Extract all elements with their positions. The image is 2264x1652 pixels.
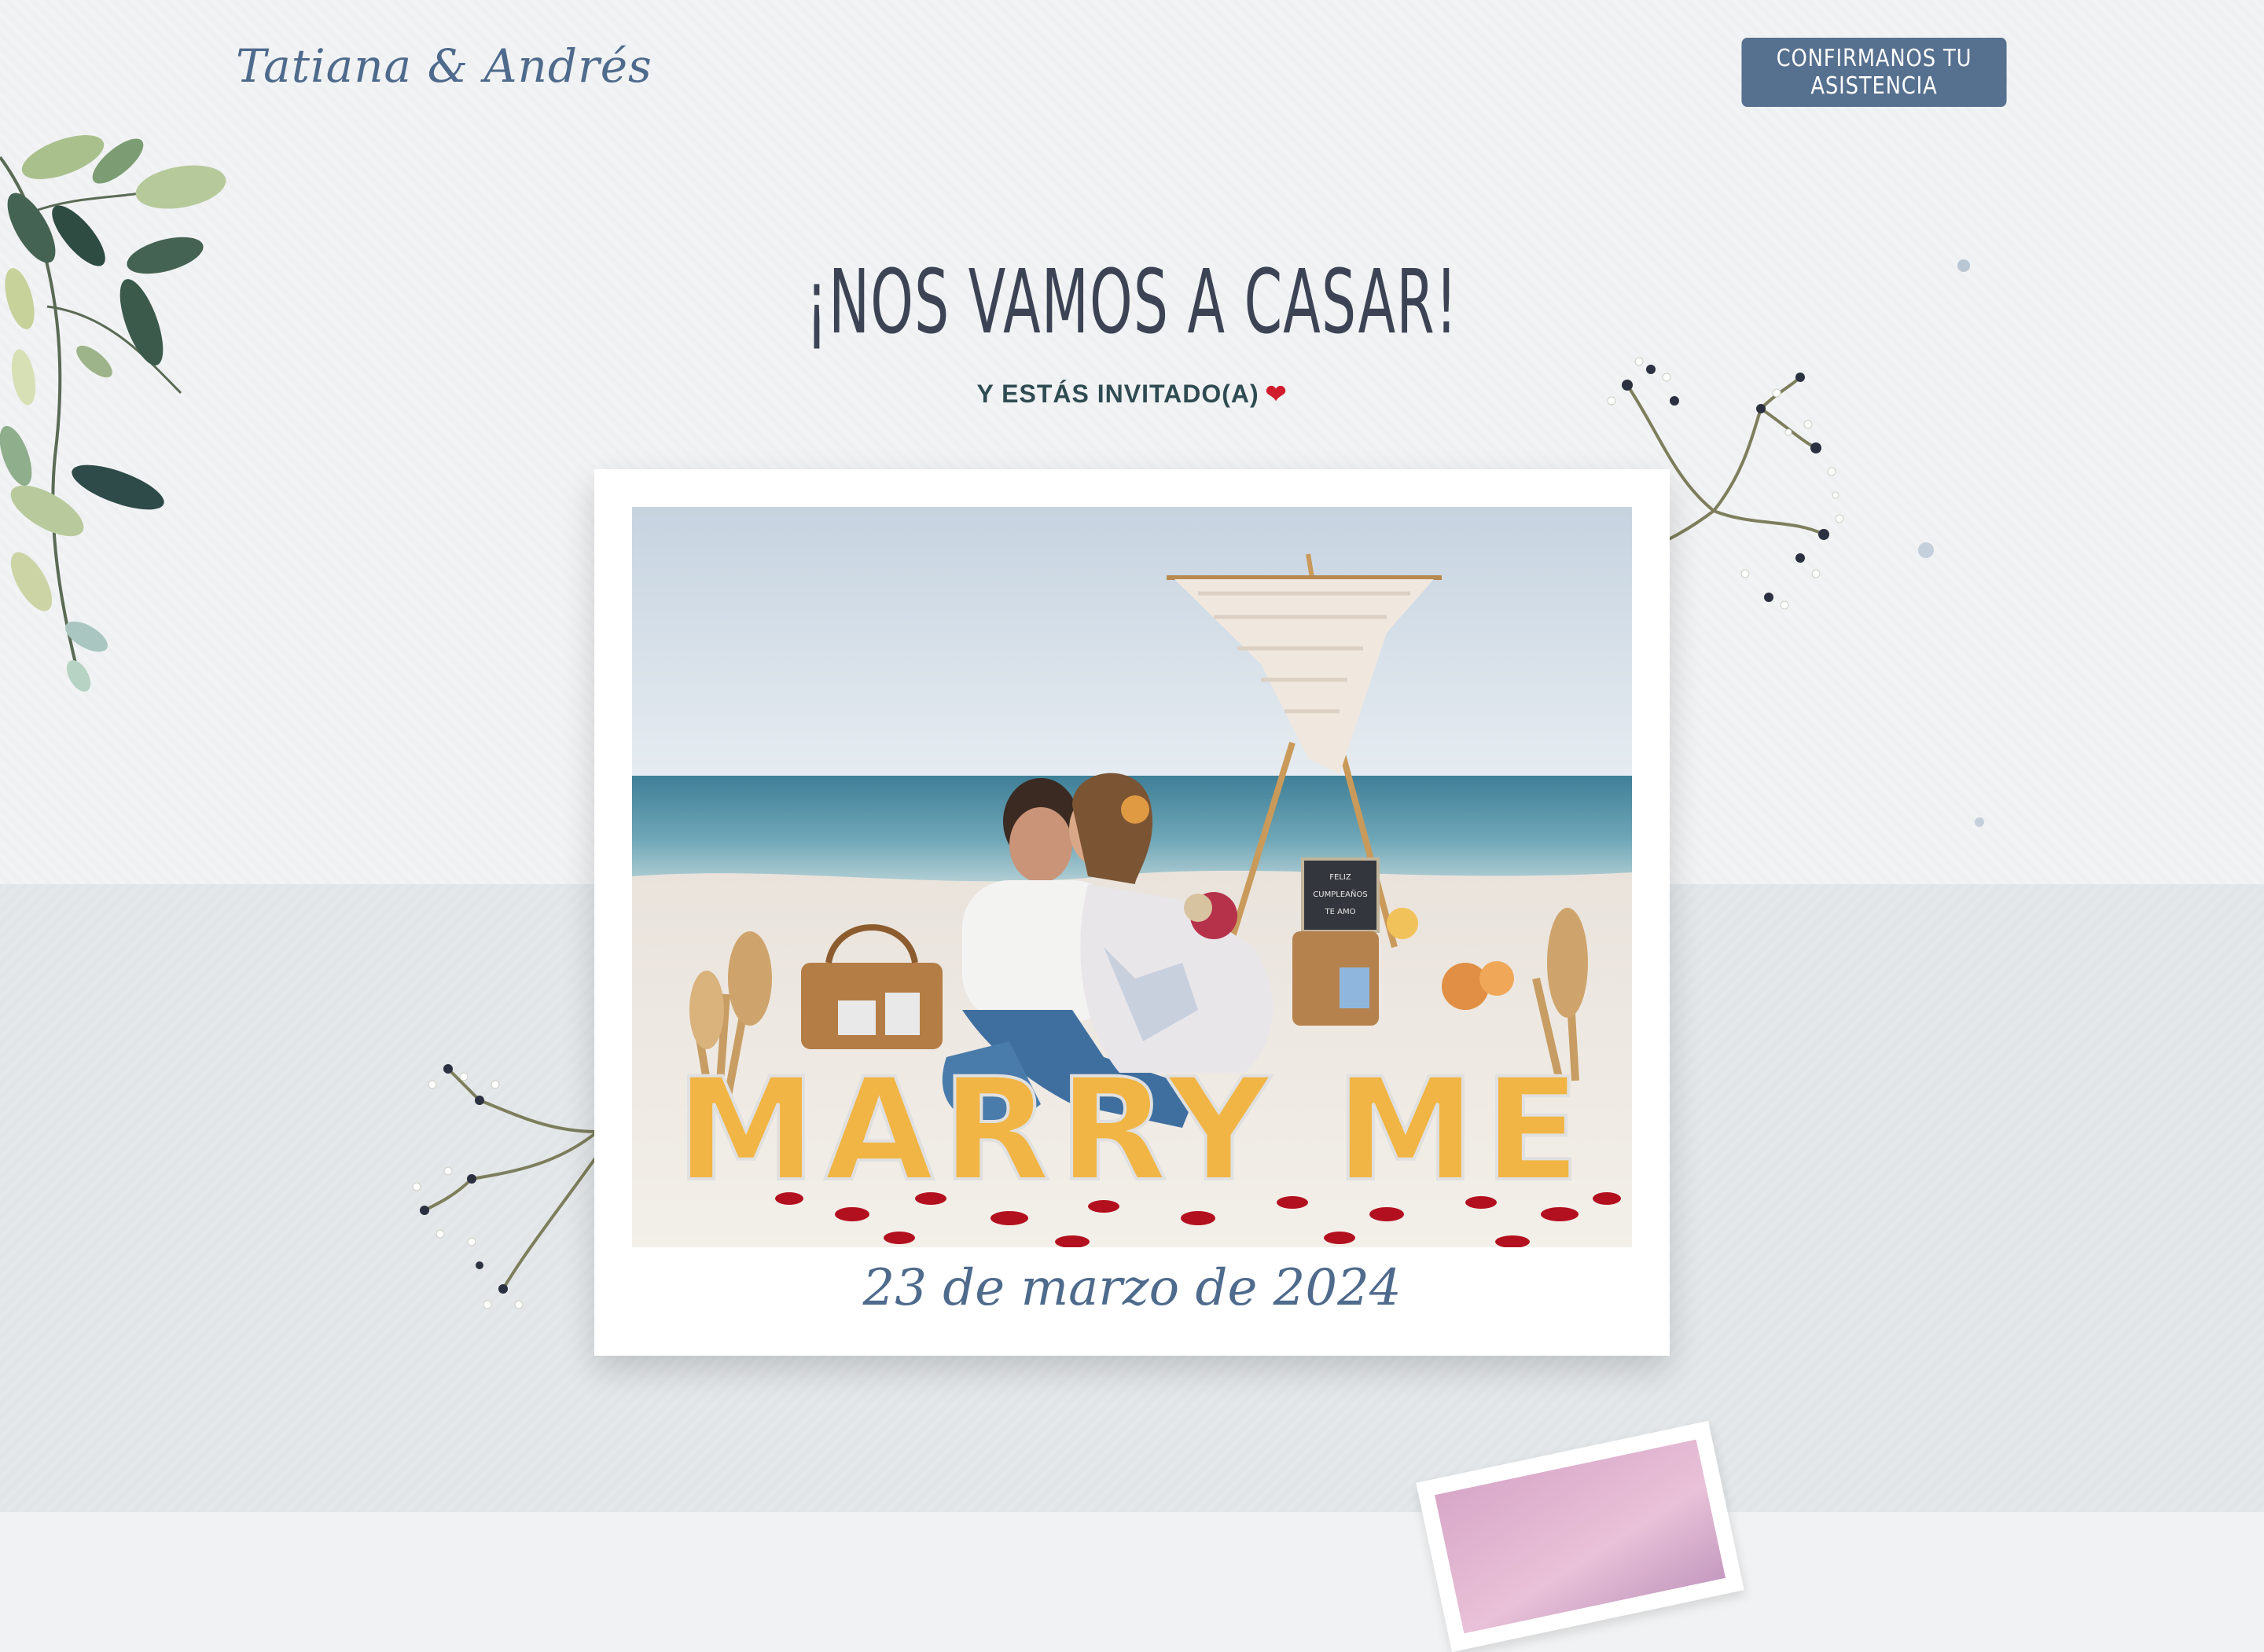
letterboard-line: FELIZ (1329, 873, 1351, 882)
decorative-dot (1918, 542, 1934, 558)
subtitle-text: Y ESTÁS INVITADO(A) (976, 380, 1259, 408)
letterboard-line: TE AMO (1325, 908, 1356, 916)
page-title: ¡NOS VAMOS A CASAR! (806, 251, 1458, 354)
photo-card: FELIZ CUMPLEAÑOS TE AMO MARRY ME 23 de m… (594, 469, 1670, 1356)
marry-me-sign: MARRY ME (676, 1048, 1589, 1213)
page-subtitle: Y ESTÁS INVITADO(A) ❤ (0, 379, 2264, 409)
leaf-branch-icon (0, 135, 226, 692)
gypsophila-flower-icon (412, 1064, 599, 1309)
decorative-dot (1957, 259, 1970, 272)
wedding-date: 23 de marzo de 2024 (862, 1259, 1402, 1317)
brand-logo[interactable]: Tatiana & Andrés (236, 39, 652, 93)
decorative-dot (1975, 817, 1984, 827)
engagement-photo: FELIZ CUMPLEAÑOS TE AMO MARRY ME (632, 507, 1632, 1247)
heart-icon: ❤ (1265, 380, 1288, 408)
letterboard-line: CUMPLEAÑOS (1313, 889, 1367, 899)
rsvp-button[interactable]: CONFIRMANOS TU ASISTENCIA (1741, 38, 2007, 107)
